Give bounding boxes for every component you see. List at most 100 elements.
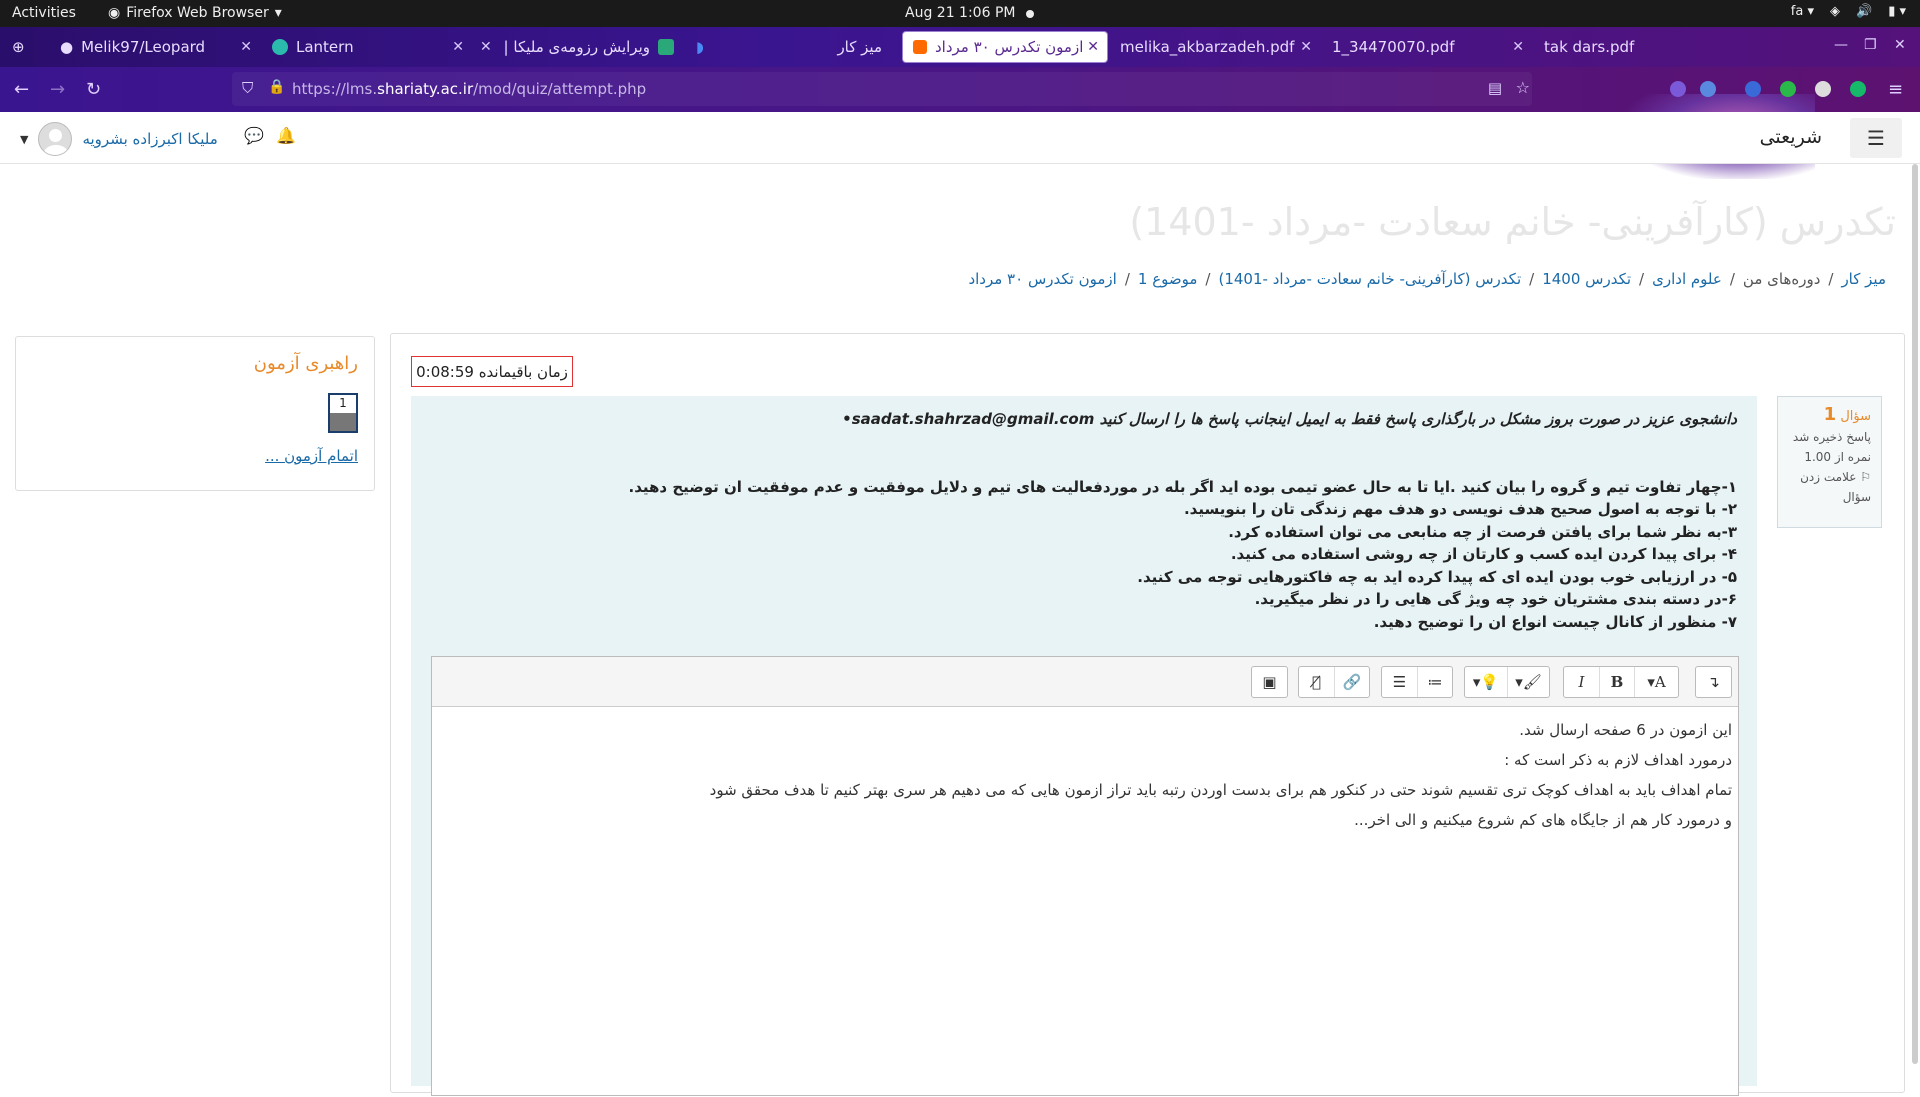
- forward-icon[interactable]: →: [50, 79, 65, 100]
- firefox-icon: ◉: [108, 5, 121, 21]
- question-nav-button[interactable]: 1: [328, 393, 358, 433]
- flag-icon: ⚐: [1860, 470, 1871, 484]
- unordered-list-icon[interactable]: ≔: [1417, 667, 1452, 697]
- grammarly-icon[interactable]: [1850, 81, 1866, 97]
- reader-view-icon[interactable]: ▤: [1488, 79, 1502, 97]
- tab-label: ویرایش رزومه‌ی ملیکا |: [503, 38, 650, 56]
- breadcrumb-quiz[interactable]: ازمون تکدرس ۳۰ مرداد: [968, 270, 1116, 288]
- tab-quiz-active[interactable]: ازمون تکدرس ۳۰ مرداد ✕: [902, 31, 1108, 63]
- answer-line: درمورد اهداف لازم به ذکر است که :: [1504, 751, 1732, 769]
- unlink-icon[interactable]: ⛓̸: [1299, 667, 1334, 697]
- close-icon[interactable]: ✕: [1512, 39, 1524, 55]
- restore-icon[interactable]: ❐: [1864, 37, 1877, 53]
- close-icon[interactable]: ✕: [240, 39, 252, 55]
- tab-dashboard[interactable]: ◗ میز کار: [686, 31, 896, 63]
- close-icon[interactable]: ✕: [480, 39, 492, 55]
- notifications-bell-icon[interactable]: 🔔: [276, 126, 296, 145]
- breadcrumb-my-courses: دوره‌های من: [1742, 270, 1821, 288]
- menu-icon[interactable]: ≡: [1888, 79, 1903, 100]
- quiz-timer: زمان باقیمانده 0:08:59: [411, 356, 573, 387]
- extension-icon[interactable]: [1700, 81, 1716, 97]
- bookmark-star-icon[interactable]: ☆: [1516, 78, 1530, 97]
- clock[interactable]: Aug 21 1:06 PM: [905, 5, 1015, 21]
- tab-melika-pdf[interactable]: melika_akbarzadeh.pdf ✕: [1110, 31, 1320, 63]
- extension-icon[interactable]: [1745, 81, 1761, 97]
- italic-icon[interactable]: I: [1564, 667, 1599, 697]
- tab-takdars-pdf[interactable]: tak dars.pdf: [1534, 31, 1684, 63]
- messages-icon[interactable]: 💬: [244, 126, 264, 145]
- question-item: ۲- با توجه به اصول صحیح هدف نویسی دو هدف…: [1183, 500, 1737, 518]
- minimize-icon[interactable]: —: [1834, 37, 1848, 53]
- question-state: پاسخ ذخیره شد: [1792, 430, 1871, 444]
- answered-indicator: [330, 413, 356, 431]
- paintbrush-dropdown-icon[interactable]: ▾🖌: [1507, 667, 1549, 697]
- flag-question[interactable]: ⚐ علامت زدن سؤال: [1788, 467, 1871, 507]
- battery-icon: ▮ ▾: [1888, 4, 1906, 19]
- system-top-bar: Activities ◉ Firefox Web Browser ▾ Aug 2…: [0, 0, 1920, 27]
- question-content: دانشجوی عزیز در صورت بروز مشکل در بارگذا…: [411, 396, 1757, 1096]
- tab-label: 1_34470070.pdf: [1332, 38, 1455, 56]
- toolbar-toggle-icon[interactable]: ↴: [1696, 667, 1731, 697]
- extension-check-icon[interactable]: [1780, 81, 1796, 97]
- toolbar-group-links: ⛓̸ 🔗: [1298, 666, 1370, 698]
- tab-label: میز کار: [837, 38, 882, 56]
- url-text[interactable]: https://lms.shariaty.ac.ir/mod/quiz/atte…: [292, 80, 646, 98]
- toolbar-group-media: ▣: [1251, 666, 1288, 698]
- lightbulb-dropdown-icon[interactable]: ▾💡: [1465, 667, 1507, 697]
- tab-lantern[interactable]: Lantern ✕: [262, 31, 472, 63]
- bold-icon[interactable]: B: [1599, 667, 1634, 697]
- tab-leopard[interactable]: ● Melik97/Leopard ✕: [50, 31, 260, 63]
- lock-icon[interactable]: 🔒: [268, 79, 285, 95]
- reload-icon[interactable]: ↻: [86, 79, 101, 100]
- question-mark: نمره از 1.00: [1804, 450, 1871, 464]
- question-item: ۵- در ارزیابی خوب بودن ایده ای که پیدا ک…: [1137, 567, 1737, 586]
- breadcrumb-dashboard[interactable]: میز کار: [1841, 270, 1886, 288]
- url-bar[interactable]: ⛉ 🔒 https://lms.shariaty.ac.ir/mod/quiz/…: [232, 72, 1532, 106]
- toolbar-group-lists: ☰ ≔: [1381, 666, 1453, 698]
- link-icon[interactable]: 🔗: [1334, 667, 1369, 697]
- keyboard-layout[interactable]: fa: [1791, 4, 1804, 19]
- question-item: ۴- برای پیدا کردن ایده کسب و کارتان از چ…: [1230, 545, 1737, 563]
- moodle-logo-icon: [913, 40, 927, 54]
- answer-text-area[interactable]: این ازمون در 6 صفحه ارسال شد. درمورد اهد…: [432, 707, 1738, 1097]
- breadcrumb-course[interactable]: تکدرس (کارآفرینی- خانم سعادت -مرداد -140…: [1218, 270, 1521, 288]
- tab-34470070-pdf[interactable]: 1_34470070.pdf ✕: [1322, 31, 1532, 63]
- app-menu[interactable]: ◉ Firefox Web Browser ▾: [108, 5, 282, 21]
- question-item: ۶-در دسته بندی مشتریان خود چه ویژ گی های…: [1254, 590, 1737, 608]
- insert-image-icon[interactable]: ▣: [1252, 667, 1287, 697]
- page-scrollbar[interactable]: [1912, 164, 1918, 1064]
- system-tray[interactable]: fa ▾ ◈ 🔊 ▮ ▾: [1791, 4, 1906, 19]
- activities-button[interactable]: Activities: [12, 5, 76, 21]
- close-icon[interactable]: ✕: [1087, 39, 1099, 55]
- finish-attempt-link[interactable]: اتمام آزمون ...: [265, 447, 358, 465]
- drawer-toggle-button[interactable]: ☰: [1850, 118, 1902, 158]
- chevron-down-icon: ▼: [20, 132, 29, 146]
- hamburger-icon: ☰: [1867, 126, 1885, 150]
- extension-icon[interactable]: [1815, 81, 1831, 97]
- notification-dot-icon: [1026, 10, 1034, 18]
- close-icon[interactable]: ✕: [1300, 39, 1312, 55]
- page-title: تکدرس (کارآفرینی- خانم سعادت -مرداد -140…: [1129, 200, 1896, 244]
- question-number: سؤال 1: [1823, 404, 1871, 425]
- breadcrumb-section[interactable]: موضوع 1: [1138, 270, 1198, 288]
- toolbar-group-format: I B ▾A: [1563, 666, 1679, 698]
- back-icon[interactable]: ←: [14, 79, 29, 100]
- volume-icon: 🔊: [1856, 4, 1873, 19]
- resume-site-icon: [658, 39, 674, 55]
- globe-icon[interactable]: ⊕: [12, 38, 25, 56]
- close-icon[interactable]: ✕: [452, 39, 464, 55]
- question-text: دانشجوی عزیز در صورت بروز مشکل در بارگذا…: [437, 408, 1737, 633]
- user-menu[interactable]: ▼ ملیکا اکبرزاده بشرویه: [20, 122, 218, 156]
- window-close-icon[interactable]: ✕: [1894, 37, 1906, 53]
- extension-icon[interactable]: [1670, 81, 1686, 97]
- tab-resume[interactable]: ویرایش رزومه‌ی ملیکا | ✕: [474, 31, 684, 63]
- breadcrumb-subcategory[interactable]: تکدرس 1400: [1542, 270, 1631, 288]
- ordered-list-icon[interactable]: ☰: [1382, 667, 1417, 697]
- breadcrumb-category[interactable]: علوم اداری: [1652, 270, 1722, 288]
- answer-editor: ▣ ⛓̸ 🔗 ☰ ≔ ▾💡 ▾🖌 I B ▾A ↴ این ازمون در 6…: [431, 656, 1739, 1096]
- shield-icon[interactable]: ⛉: [242, 79, 253, 97]
- site-name[interactable]: شریعتی: [1760, 126, 1822, 148]
- paragraph-style-dropdown-icon[interactable]: ▾A: [1634, 667, 1678, 697]
- answer-line: تمام اهداف باید به اهداف کوچک تری تقسیم …: [709, 781, 1732, 799]
- wifi-icon: ◈: [1830, 4, 1840, 19]
